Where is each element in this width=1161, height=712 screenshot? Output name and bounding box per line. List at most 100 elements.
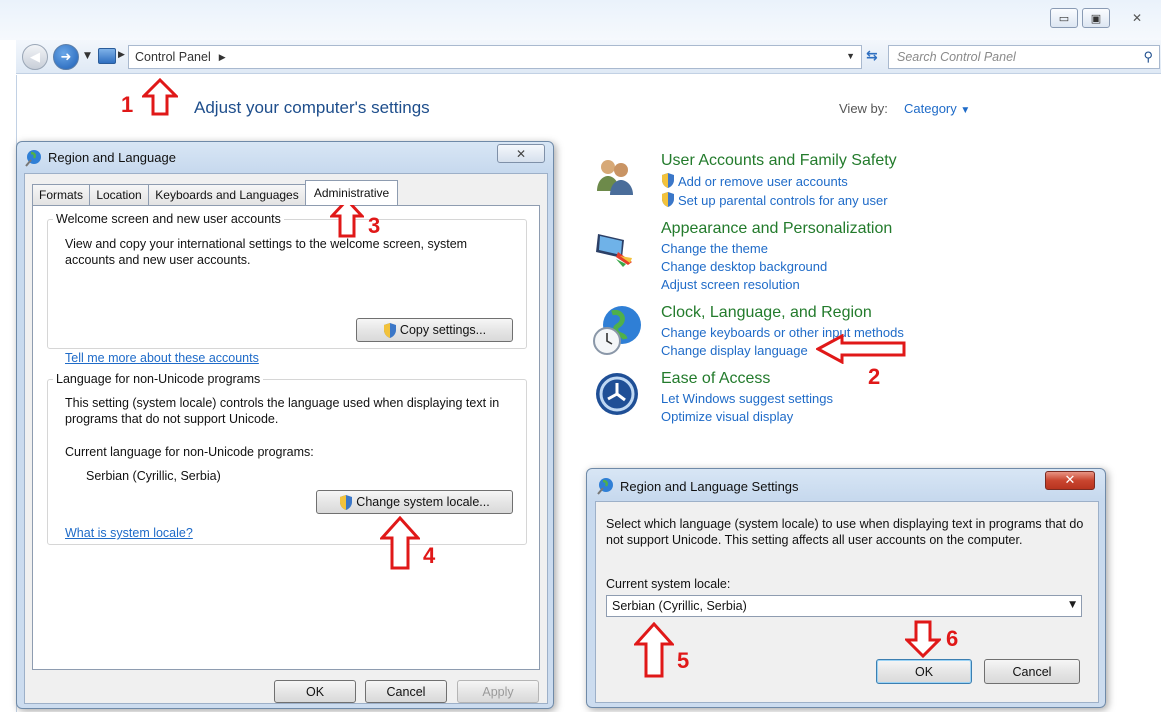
dialog-close-button[interactable]: ✕ [1045,471,1095,490]
annotation-number-3: 3 [368,213,381,238]
dialog-title: Region and Language [48,150,176,165]
users-icon [597,160,633,195]
link-adjust-screen-resolution[interactable]: Adjust screen resolution [661,277,800,292]
annotation-number-1: 1 [121,92,134,117]
search-input[interactable]: Search Control Panel ⚲ [888,45,1160,69]
tell-me-more-link[interactable]: Tell me more about these accounts [65,351,259,365]
tab-strip: Formats Location Keyboards and Languages… [32,180,412,206]
copy-settings-button[interactable]: Copy settings... [356,318,513,342]
uac-shield-icon [662,192,674,207]
change-system-locale-button[interactable]: Change system locale... [316,490,513,514]
system-locale-label: Current system locale: [606,577,731,591]
link-change-desktop-background[interactable]: Change desktop background [661,259,827,274]
group-title-welcome: Welcome screen and new user accounts [53,212,284,226]
uac-shield-icon [662,173,674,188]
current-language-value: Serbian (Cyrillic, Serbia) [86,469,221,483]
system-locale-select[interactable]: Serbian (Cyrillic, Serbia) ▼ [606,595,1082,617]
address-bar[interactable]: Control Panel ▶ ▼ [128,45,862,69]
view-by-dropdown[interactable]: Category ▼ [904,101,970,116]
breadcrumb-control-panel[interactable]: Control Panel [135,50,211,64]
annotation-arrow-down [905,620,941,658]
ok-button[interactable]: OK [876,659,972,684]
close-icon: ✕ [1064,473,1076,488]
search-placeholder: Search Control Panel [897,50,1016,64]
screenshot-page: ▭ ▣ ✕ ◀ ➜ ▼ ▶ Control Panel ▶ ▼ ⇆ Search… [0,0,1161,712]
window-close-button[interactable]: ✕ [1120,8,1154,28]
dialog-body: Formats Location Keyboards and Languages… [24,173,548,704]
annotation-number-5: 5 [677,648,690,673]
forward-arrow-icon: ➜ [60,49,72,65]
back-button[interactable]: ◀ [22,44,48,70]
what-is-system-locale-link[interactable]: What is system locale? [65,526,193,540]
non-unicode-description: This setting (system locale) controls th… [65,396,500,426]
control-panel-icon [98,48,116,64]
cancel-button[interactable]: Cancel [984,659,1080,684]
navigation-bar: ◀ ➜ ▼ ▶ Control Panel ▶ ▼ ⇆ Search Contr… [16,40,1161,74]
link-label: Add or remove user accounts [678,174,848,189]
annotation-number-6: 6 [946,626,959,651]
uac-shield-icon [340,494,353,510]
globe-icon [25,150,41,167]
close-icon: ✕ [1131,11,1143,25]
settings-description: Select which language (system locale) to… [606,517,1084,547]
ease-of-access-icon [596,373,638,415]
system-locale-value: Serbian (Cyrillic, Serbia) [612,599,747,613]
annotation-number-4: 4 [423,543,436,568]
tab-keyboards-languages[interactable]: Keyboards and Languages [148,184,306,205]
tab-location[interactable]: Location [89,184,149,205]
breadcrumb-chevron-icon[interactable]: ▶ [118,50,125,60]
annotation-arrow-left [816,334,906,364]
category-title-ease-of-access[interactable]: Ease of Access [661,370,770,388]
maximize-icon: ▣ [1090,11,1102,25]
tab-content-administrative: Welcome screen and new user accounts Vie… [32,205,540,670]
category-title-appearance[interactable]: Appearance and Personalization [661,220,892,238]
link-parental-controls[interactable]: Set up parental controls for any user [661,192,888,208]
search-icon[interactable]: ⚲ [1143,49,1153,65]
annotation-number-2: 2 [868,364,881,389]
minimize-button[interactable]: ▭ [1050,8,1078,28]
annotation-arrow-up [380,516,420,570]
link-windows-suggest-settings[interactable]: Let Windows suggest settings [661,391,833,406]
refresh-icon[interactable]: ⇆ [866,48,884,66]
link-add-remove-user-accounts[interactable]: Add or remove user accounts [661,173,848,189]
window-title-bar [0,0,1161,40]
back-arrow-icon: ◀ [30,49,40,65]
tab-administrative[interactable]: Administrative [305,180,398,205]
chevron-down-icon: ▼ [960,105,971,116]
cancel-button[interactable]: Cancel [365,680,447,703]
close-icon: ✕ [515,146,527,161]
category-title-user-accounts[interactable]: User Accounts and Family Safety [661,152,897,170]
uac-shield-icon [383,322,396,338]
welcome-description: View and copy your international setting… [65,237,468,267]
minimize-icon: ▭ [1058,11,1070,25]
ok-button[interactable]: OK [274,680,356,703]
current-language-label: Current language for non-Unicode program… [65,445,314,459]
annotation-arrow-up [142,78,178,116]
link-label: Set up parental controls for any user [678,193,888,208]
dialog-title: Region and Language Settings [620,479,799,494]
display-paint-icon [596,234,632,267]
view-by-label: View by: [839,101,888,116]
link-change-theme[interactable]: Change the theme [661,241,768,256]
link-optimize-visual-display[interactable]: Optimize visual display [661,409,793,424]
button-label: Change system locale... [356,495,490,509]
address-dropdown-icon[interactable]: ▼ [846,51,855,61]
group-title-non-unicode: Language for non-Unicode programs [53,372,264,386]
dialog-close-button[interactable]: ✕ [497,144,545,163]
annotation-arrow-up [634,622,674,678]
button-label: Copy settings... [399,323,487,337]
apply-button[interactable]: Apply [457,680,539,703]
link-change-display-language[interactable]: Change display language [661,343,808,358]
view-by-value: Category [904,101,957,116]
breadcrumb-chevron-icon[interactable]: ▶ [219,52,226,63]
category-title-clock-language-region[interactable]: Clock, Language, and Region [661,304,872,322]
maximize-button[interactable]: ▣ [1082,8,1110,28]
recent-pages-dropdown[interactable]: ▼ [84,51,91,61]
tab-formats[interactable]: Formats [32,184,90,205]
globe-clock-icon [593,306,641,355]
page-title: Adjust your computer's settings [194,98,430,117]
region-language-dialog: Region and Language ✕ Formats Location K… [16,141,554,709]
chevron-down-icon: ▼ [1069,600,1076,610]
forward-button[interactable]: ➜ [53,44,79,70]
globe-icon [597,478,613,495]
